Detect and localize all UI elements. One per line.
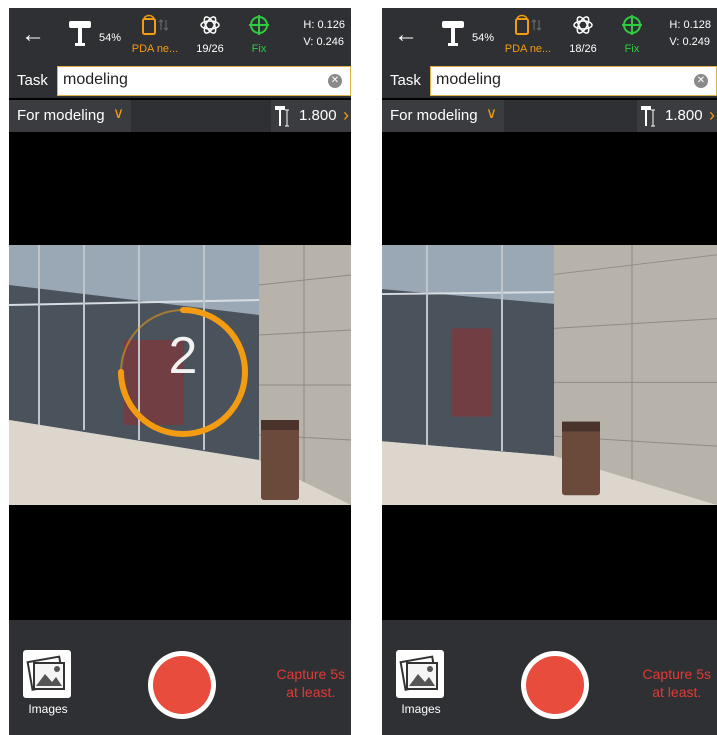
pda-label: PDA ne... — [131, 43, 179, 55]
camera-viewfinder: 2 — [9, 132, 351, 620]
images-label: Images — [28, 702, 68, 716]
capture-hint: Capture 5s at least. — [277, 665, 345, 701]
capture-hint-line1: Capture 5s — [642, 666, 711, 682]
h-precision: H: 0.128 — [669, 19, 711, 31]
battery-level: 54% — [99, 32, 122, 44]
task-bar: Task ✕ — [9, 64, 351, 98]
task-input[interactable] — [436, 71, 686, 89]
task-field[interactable]: ✕ — [430, 66, 717, 96]
pda-label: PDA ne... — [504, 43, 552, 55]
phone-screen-right: ← 54% PDA ne... 18/26 Fix H: 0.128 V: 0.… — [382, 8, 717, 735]
images-button[interactable]: Images — [396, 650, 446, 716]
rod-height-button[interactable]: 1.800 › — [637, 100, 717, 132]
rod-height-value: 1.800 — [299, 107, 337, 124]
rod-height-button[interactable]: 1.800 › — [271, 100, 351, 132]
chevron-down-icon: ∨ — [113, 105, 124, 122]
mode-selector[interactable]: For modeling ∨ — [9, 100, 131, 132]
pda-network-icon — [515, 14, 542, 35]
rod-height-value: 1.800 — [665, 107, 703, 124]
clear-icon[interactable]: ✕ — [328, 74, 342, 88]
task-label: Task — [390, 72, 421, 89]
shutter-button[interactable] — [148, 651, 216, 719]
fix-status[interactable]: Fix — [245, 14, 273, 55]
antenna-icon[interactable] — [440, 18, 466, 48]
status-bar: ← 54% PDA ne... 19/26 Fix H: 0.126 V: 0.… — [9, 8, 351, 64]
task-bar: Task ✕ — [382, 64, 717, 98]
chevron-right-icon: › — [709, 105, 715, 125]
v-precision: V: 0.249 — [669, 36, 710, 48]
camera-preview-image — [382, 245, 717, 505]
chevron-right-icon: › — [343, 105, 349, 125]
images-label: Images — [401, 702, 441, 716]
range-pole-icon — [275, 106, 289, 127]
range-pole-icon — [641, 106, 655, 127]
shutter-button[interactable] — [521, 651, 589, 719]
shutter-icon — [526, 656, 584, 714]
mode-label: For modeling — [17, 107, 105, 124]
v-precision: V: 0.246 — [303, 36, 344, 48]
capture-hint-line2: at least. — [652, 684, 702, 700]
gallery-icon — [23, 650, 71, 698]
battery-level: 54% — [472, 32, 495, 44]
task-field[interactable]: ✕ — [57, 66, 351, 96]
mode-label: For modeling — [390, 107, 478, 124]
fix-crosshair-icon — [622, 15, 642, 35]
back-arrow-icon[interactable]: ← — [394, 23, 418, 47]
shutter-icon — [153, 656, 211, 714]
satellite-count: 19/26 — [196, 43, 224, 55]
task-label: Task — [17, 72, 48, 89]
fix-crosshair-icon — [249, 15, 269, 35]
h-precision: H: 0.126 — [303, 19, 345, 31]
images-button[interactable]: Images — [23, 650, 73, 716]
satellite-icon — [200, 16, 220, 34]
fix-label: Fix — [624, 43, 640, 55]
clear-icon[interactable]: ✕ — [694, 74, 708, 88]
satellite-status[interactable]: 18/26 — [562, 14, 604, 55]
mode-bar: For modeling ∨ 1.800 › — [9, 100, 351, 132]
fix-label: Fix — [251, 43, 267, 55]
phone-screen-left: ← 54% PDA ne... 19/26 Fix H: 0.126 V: 0.… — [9, 8, 351, 735]
back-arrow-icon[interactable]: ← — [21, 23, 45, 47]
pda-network-status[interactable]: PDA ne... — [502, 14, 554, 55]
countdown-ring — [118, 307, 248, 437]
chevron-down-icon: ∨ — [486, 105, 497, 122]
satellite-count: 18/26 — [569, 43, 597, 55]
pda-network-status[interactable]: PDA ne... — [129, 14, 181, 55]
fix-status[interactable]: Fix — [618, 14, 646, 55]
precision-readout: H: 0.126 V: 0.246 — [303, 17, 345, 51]
gallery-icon — [396, 650, 444, 698]
task-input[interactable] — [63, 71, 313, 89]
mode-selector[interactable]: For modeling ∨ — [382, 100, 504, 132]
bottom-bar: Images Capture 5s at least. — [382, 620, 717, 735]
satellite-status[interactable]: 19/26 — [189, 14, 231, 55]
satellite-icon — [573, 16, 593, 34]
mode-bar: For modeling ∨ 1.800 › — [382, 100, 717, 132]
capture-hint-line2: at least. — [286, 684, 336, 700]
pda-network-icon — [142, 14, 169, 35]
bottom-bar: Images Capture 5s at least. — [9, 620, 351, 735]
precision-readout: H: 0.128 V: 0.249 — [669, 17, 711, 51]
antenna-icon[interactable] — [67, 18, 93, 48]
status-bar: ← 54% PDA ne... 18/26 Fix H: 0.128 V: 0.… — [382, 8, 717, 64]
camera-viewfinder — [382, 132, 717, 620]
capture-hint: Capture 5s at least. — [643, 665, 711, 701]
capture-hint-line1: Capture 5s — [276, 666, 345, 682]
